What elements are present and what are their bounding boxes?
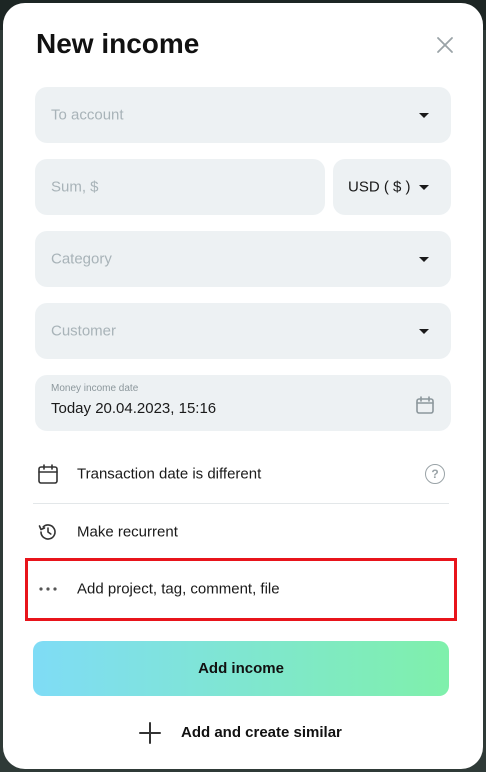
chevron-down-icon [419, 185, 429, 190]
close-icon[interactable] [435, 35, 455, 55]
currency-value: USD ( $ ) [348, 178, 411, 196]
sum-input[interactable]: Sum, $ [35, 159, 325, 215]
category-placeholder: Category [51, 250, 112, 268]
plus-icon [139, 722, 161, 744]
currency-select[interactable]: USD ( $ ) [333, 159, 451, 215]
transaction-date-label: Transaction date is different [77, 465, 262, 483]
help-icon[interactable]: ? [425, 464, 445, 484]
sum-placeholder: Sum, $ [51, 178, 99, 196]
income-date-label: Money income date [51, 383, 139, 394]
income-date-field[interactable]: Money income date Today 20.04.2023, 15:1… [35, 375, 451, 431]
chevron-down-icon [419, 113, 429, 118]
chevron-down-icon [419, 329, 429, 334]
calendar-icon[interactable] [415, 395, 435, 415]
customer-select[interactable]: Customer [35, 303, 451, 359]
to-account-placeholder: To account [51, 106, 124, 124]
transaction-date-toggle[interactable]: Transaction date is different ? [33, 446, 449, 502]
make-recurrent-label: Make recurrent [77, 523, 178, 541]
income-date-value: Today 20.04.2023, 15:16 [51, 400, 217, 417]
add-and-create-similar-label: Add and create similar [181, 724, 342, 741]
make-recurrent-toggle[interactable]: Make recurrent [33, 504, 449, 560]
modal-title: New income [36, 28, 200, 59]
category-select[interactable]: Category [35, 231, 451, 287]
to-account-select[interactable]: To account [35, 87, 451, 143]
add-income-button[interactable]: Add income [33, 641, 449, 696]
calendar-icon [38, 464, 58, 484]
history-icon [38, 524, 56, 540]
highlight-box [25, 558, 457, 621]
customer-placeholder: Customer [51, 322, 117, 340]
chevron-down-icon [419, 257, 429, 262]
